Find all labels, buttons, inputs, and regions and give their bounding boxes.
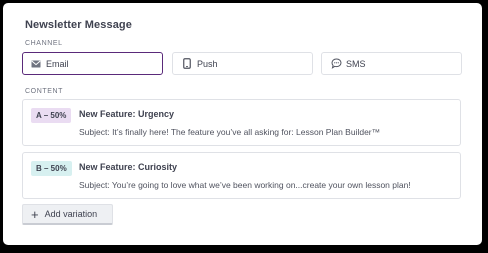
channel-option-sms[interactable]: SMS xyxy=(321,52,462,75)
channel-option-email[interactable]: Email xyxy=(22,52,163,75)
chat-bubble-icon xyxy=(330,58,342,70)
channel-option-label: Email xyxy=(46,58,69,69)
variation-subject: Subject: You’re going to love what we’ve… xyxy=(79,180,411,190)
variation-name: New Feature: Curiosity xyxy=(79,162,178,172)
card-title: Newsletter Message xyxy=(25,19,132,31)
variation-badge: B – 50% xyxy=(31,161,72,176)
channel-option-label: SMS xyxy=(346,58,366,69)
content-section-label: CONTENT xyxy=(25,88,64,95)
add-variation-button[interactable]: + Add variation xyxy=(22,204,113,225)
variation-card-a[interactable]: A – 50% New Feature: Urgency Subject: It… xyxy=(22,99,461,146)
newsletter-message-card: Newsletter Message CHANNEL Email Push SM… xyxy=(3,3,482,245)
channel-option-label: Push xyxy=(197,58,218,69)
add-variation-label: Add variation xyxy=(44,209,98,219)
channel-option-push[interactable]: Push xyxy=(172,52,313,75)
mobile-icon xyxy=(181,58,193,70)
variation-card-b[interactable]: B – 50% New Feature: Curiosity Subject: … xyxy=(22,152,461,199)
channel-section-label: CHANNEL xyxy=(25,40,63,47)
variation-subject: Subject: It’s finally here! The feature … xyxy=(79,127,381,137)
variation-badge: A – 50% xyxy=(31,108,72,123)
variation-name: New Feature: Urgency xyxy=(79,109,175,119)
plus-icon: + xyxy=(31,206,39,222)
mail-icon xyxy=(30,58,42,70)
